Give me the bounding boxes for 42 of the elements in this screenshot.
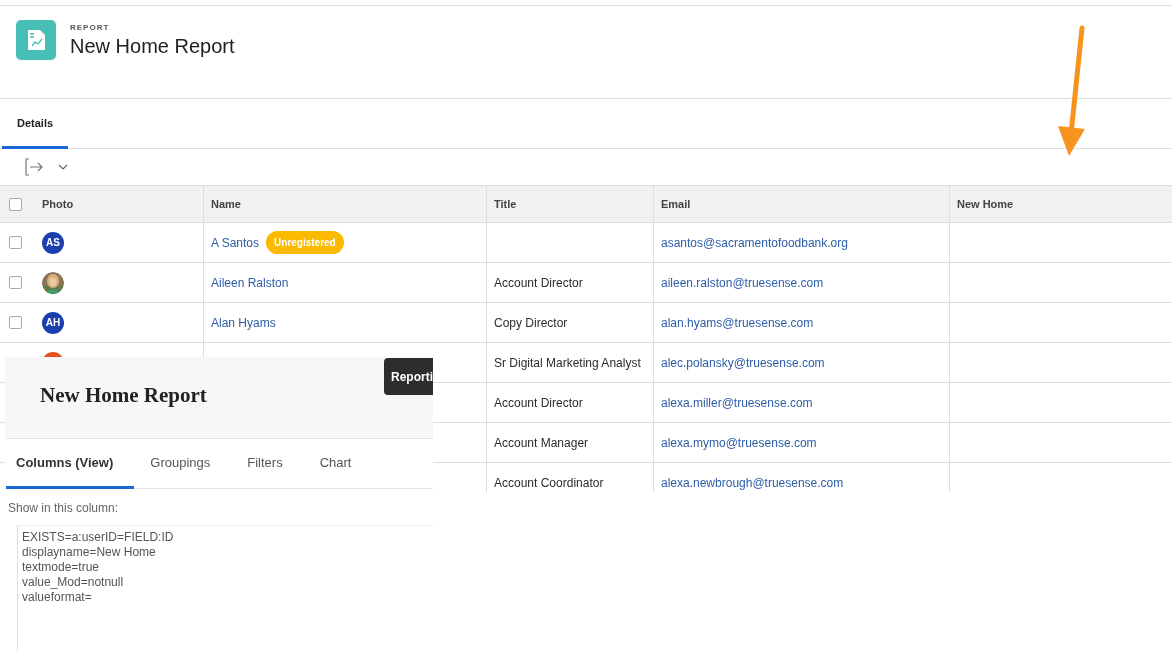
job-title: Copy Director [494, 315, 568, 330]
report-icon [16, 20, 56, 60]
job-title: Account Director [494, 275, 583, 290]
email-link[interactable]: asantos@sacramentofoodbank.org [661, 235, 848, 250]
email-link[interactable]: aileen.ralston@truesense.com [661, 275, 824, 290]
person-link[interactable]: A Santos [211, 235, 260, 250]
chevron-down-icon[interactable] [58, 164, 68, 170]
email-link[interactable]: alec.polansky@truesense.com [661, 355, 825, 370]
tab[interactable]: Filters [231, 439, 304, 489]
person-link[interactable]: Alan Hyams [211, 315, 276, 330]
column-header[interactable]: Email [661, 198, 691, 210]
row-checkbox[interactable] [9, 316, 22, 329]
column-header[interactable]: Photo [42, 198, 74, 210]
report-label: REPORT [70, 23, 111, 32]
column-header[interactable]: Title [494, 198, 517, 210]
select-all-checkbox[interactable] [9, 197, 22, 211]
job-title: Sr Digital Marketing Analyst [494, 355, 641, 370]
avatar: AS [42, 231, 64, 254]
email-link[interactable]: alexa.mymo@truesense.com [661, 435, 817, 450]
avatar: AH [42, 311, 64, 334]
email-link[interactable]: alan.hyams@truesense.com [661, 315, 814, 330]
tab[interactable]: Columns (View) [6, 439, 135, 489]
column-header[interactable]: New Home [957, 198, 1014, 210]
email-link[interactable]: alexa.newbrough@truesense.com [661, 475, 844, 490]
export-icon[interactable] [24, 157, 44, 177]
job-title: Account Director [494, 395, 583, 410]
field-label: Show in this column: [7, 500, 120, 515]
row-checkbox[interactable] [9, 236, 22, 249]
row-checkbox[interactable] [9, 276, 22, 289]
tab[interactable]: Chart [303, 439, 373, 489]
job-title: Account Coordinator [494, 475, 604, 490]
status-badge: Unregistered [266, 231, 344, 254]
person-link[interactable]: Aileen Ralston [211, 275, 289, 290]
report-title: New Home Report [70, 35, 235, 58]
column-header[interactable]: Name [211, 198, 241, 210]
job-title: Account Manager [494, 435, 589, 450]
tab[interactable]: Details [2, 99, 69, 149]
tooltip: Reporti [384, 358, 433, 395]
tab[interactable]: Groupings [134, 439, 232, 489]
code-textarea[interactable]: EXISTS=a:userID=FIELD:ID displayname=New Home textmode=true value_Mod=notnull valueformat= [17, 525, 433, 651]
panel-title: New Home Report [40, 383, 207, 408]
email-link[interactable]: alexa.miller@truesense.com [661, 395, 813, 410]
